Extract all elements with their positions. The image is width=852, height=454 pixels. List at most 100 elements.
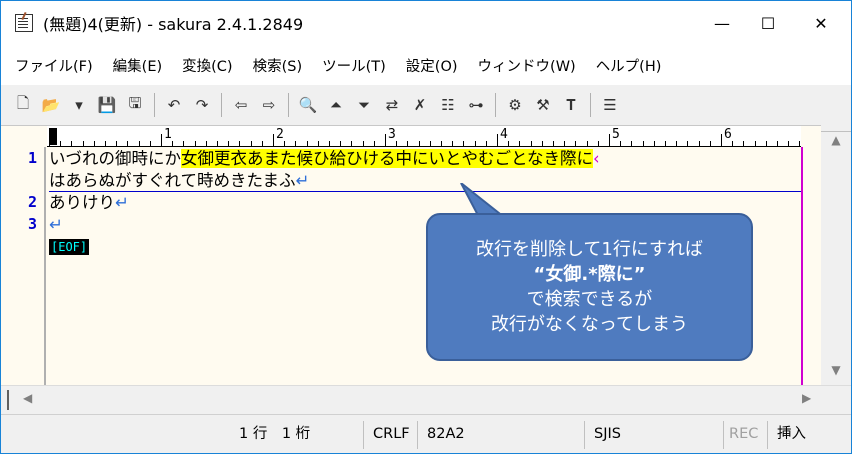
- dropdown-arrow-icon[interactable]: ▾: [68, 94, 90, 116]
- search-prev-icon[interactable]: ⏶: [325, 94, 347, 116]
- menu-tools[interactable]: ツール(T): [314, 55, 394, 76]
- ruler-cursor-marker: [49, 128, 57, 145]
- ruler-label: 3: [388, 127, 396, 142]
- ruler-tick: [676, 141, 678, 146]
- menu-search[interactable]: 検索(S): [245, 55, 311, 76]
- jump-back-icon[interactable]: ⇦: [230, 94, 252, 116]
- ruler-tick: [351, 141, 353, 146]
- open-folder-icon[interactable]: 📂: [40, 94, 62, 116]
- ruler-tick: [205, 141, 207, 146]
- status-divider: [584, 421, 585, 449]
- ruler-tick: [396, 141, 398, 146]
- undo-icon[interactable]: ↶: [163, 94, 185, 116]
- toolbar: 🗋 📂 ▾ 💾 🖫 ↶ ↷ ⇦ ⇨ 🔍 ⏶ ⏷ ⇄ ✗ ☷ ⊶ ⚙ ⚒ 𝐓 ☰: [1, 85, 851, 125]
- ruler-tick: [474, 141, 476, 146]
- scroll-down-icon[interactable]: ▼: [821, 363, 851, 377]
- text-plain: いづれの御時にか: [49, 149, 181, 168]
- line-number-divider: [44, 147, 46, 386]
- ruler-tick: [631, 141, 633, 146]
- ruler-tick: [519, 141, 521, 146]
- eof-marker: [EOF]: [49, 239, 90, 255]
- ruler-tick: [754, 141, 756, 146]
- ruler-tick: [149, 141, 151, 146]
- toolbar-separator: [288, 93, 289, 117]
- ruler-tick: [665, 141, 666, 146]
- font-settings-icon[interactable]: 𝐓: [560, 94, 582, 116]
- ruler-tick: [183, 141, 185, 146]
- text-line[interactable]: はあらぬがすぐれて時めきたまふ↵: [49, 170, 309, 192]
- crlf-icon: ↵: [115, 193, 129, 212]
- menu-file[interactable]: ファイル(F): [7, 55, 101, 76]
- ruler: 1 2 3 4 5 6: [47, 126, 801, 147]
- callout-annotation: 改行を削除して1行にすれば “女御.*際に” で検索できるが 改行がなくなってし…: [426, 213, 753, 361]
- ruler-tick: [463, 141, 465, 146]
- line-number: 1: [27, 149, 37, 167]
- ruler-tick: [127, 141, 129, 146]
- ruler-tick: [194, 141, 196, 146]
- ruler-tick: [709, 141, 711, 146]
- status-newline: CRLF: [373, 426, 410, 442]
- maximize-button[interactable]: ☐: [745, 1, 791, 45]
- menu-convert[interactable]: 変換(C): [174, 55, 240, 76]
- save-all-icon[interactable]: 🖫: [124, 94, 146, 116]
- app-notepad-icon[interactable]: [15, 14, 33, 32]
- menu-settings[interactable]: 設定(O): [398, 55, 466, 76]
- callout-line: 改行がなくなってしまう: [490, 314, 689, 335]
- ruler-label: 4: [500, 127, 508, 142]
- toolbar-separator: [154, 93, 155, 117]
- status-mode[interactable]: 挿入: [777, 415, 806, 453]
- ruler-tick: [138, 141, 140, 146]
- menu-window[interactable]: ウィンドウ(W): [470, 55, 584, 76]
- ruler-tick: [452, 141, 454, 146]
- scroll-up-icon[interactable]: ▲: [821, 133, 851, 147]
- ruler-tick: [541, 141, 543, 146]
- status-encoding[interactable]: SJIS: [594, 415, 621, 453]
- ruler-tick: [273, 134, 274, 146]
- ruler-tick: [250, 141, 252, 146]
- jump-forward-icon[interactable]: ⇨: [258, 94, 280, 116]
- redo-icon[interactable]: ↷: [191, 94, 213, 116]
- ruler-tick: [609, 134, 610, 146]
- save-icon[interactable]: 💾: [96, 94, 118, 116]
- ruler-tick: [575, 141, 577, 146]
- window-list-icon[interactable]: ☰: [599, 94, 621, 116]
- ruler-tick: [373, 141, 375, 146]
- type-settings-icon[interactable]: ⚒: [532, 94, 554, 116]
- text-line[interactable]: ありけり↵: [49, 192, 129, 214]
- search-icon[interactable]: 🔍: [297, 94, 319, 116]
- vertical-scrollbar[interactable]: ▲ ▼: [821, 125, 851, 385]
- crlf-icon: ↵: [295, 171, 310, 190]
- ruler-tick: [553, 141, 554, 146]
- window-title: (無題)4(更新) - sakura 2.4.1.2849: [43, 15, 304, 34]
- cursor-line-underline: [49, 191, 801, 192]
- menu-edit[interactable]: 編集(E): [105, 55, 170, 76]
- ruler-tick: [217, 141, 218, 146]
- line-number: 2: [27, 193, 37, 211]
- ruler-tick: [777, 141, 778, 146]
- grep-icon[interactable]: ☷: [437, 94, 459, 116]
- close-button[interactable]: ✕: [791, 1, 851, 45]
- toolbar-separator: [590, 93, 591, 117]
- text-line[interactable]: ↵: [49, 214, 63, 236]
- ruler-tick: [340, 141, 342, 146]
- horizontal-scrollbar[interactable]: ◀ ▶: [1, 385, 851, 414]
- ruler-tick: [172, 141, 174, 146]
- scroll-right-icon[interactable]: ▶: [802, 391, 811, 405]
- text-line[interactable]: いづれの御時にか女御更衣あまた候ひ給ひける中にいとやむごとなき際に‹: [49, 148, 600, 170]
- minimize-button[interactable]: —: [699, 1, 745, 45]
- search-next-icon[interactable]: ⏷: [353, 94, 375, 116]
- ruler-tick: [228, 141, 230, 146]
- toolbar-separator: [221, 93, 222, 117]
- status-char-code: 82A2: [427, 426, 465, 442]
- window-controls: — ☐ ✕: [699, 1, 851, 45]
- scroll-left-icon[interactable]: ◀: [23, 391, 32, 405]
- new-file-icon[interactable]: 🗋: [12, 94, 34, 116]
- outline-icon[interactable]: ⊶: [465, 94, 487, 116]
- split-handle[interactable]: [7, 390, 9, 410]
- replace-icon[interactable]: ⇄: [381, 94, 403, 116]
- split-handle[interactable]: [821, 125, 851, 132]
- title-bar[interactable]: (無題)4(更新) - sakura 2.4.1.2849 — ☐ ✕: [1, 1, 851, 45]
- menu-help[interactable]: ヘルプ(H): [588, 55, 670, 76]
- search-clear-icon[interactable]: ✗: [409, 94, 431, 116]
- settings-icon[interactable]: ⚙: [504, 94, 526, 116]
